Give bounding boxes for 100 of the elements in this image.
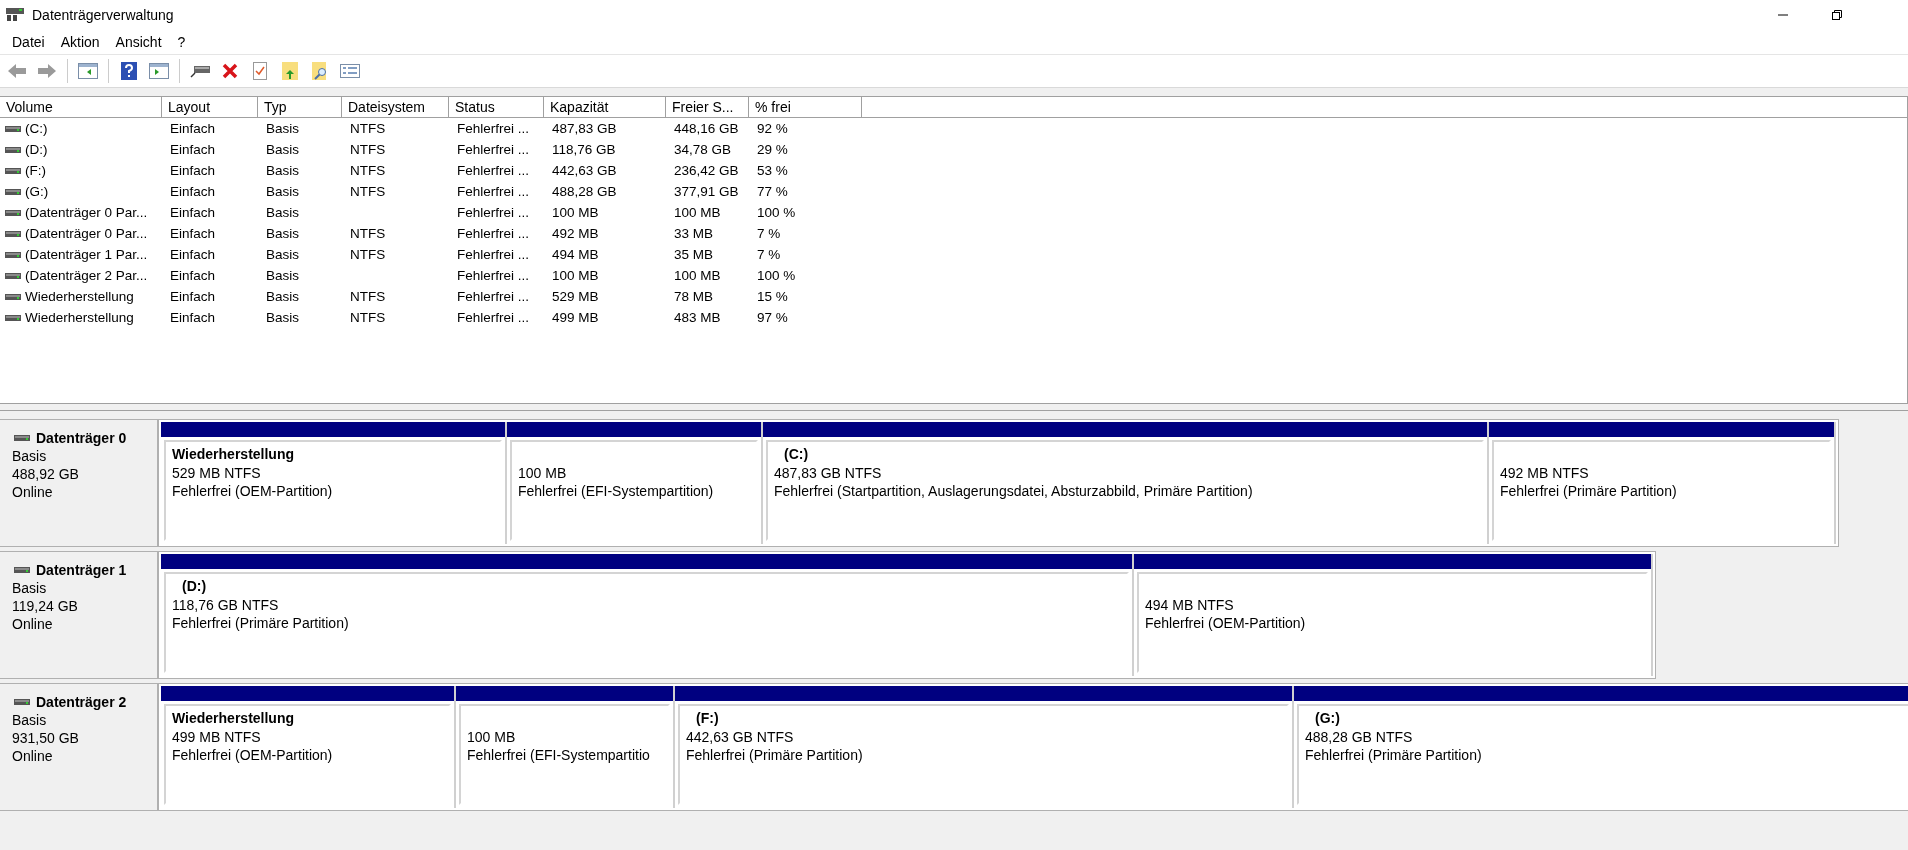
table-cell: NTFS (350, 226, 386, 241)
disk-size: 488,92 GB (12, 466, 80, 482)
partition-status: Fehlerfrei (OEM-Partition) (172, 747, 334, 763)
table-cell: Basis (266, 184, 299, 199)
column-header[interactable]: Freier S... (666, 97, 749, 118)
column-header[interactable]: Status (449, 97, 544, 118)
table-cell: NTFS (350, 247, 386, 262)
column-header[interactable]: Volume (0, 97, 162, 118)
partition-block[interactable]: 100 MB Fehlerfrei (EFI-Systempartition) (510, 440, 758, 541)
table-cell: Basis (266, 163, 299, 178)
table-cell: Basis (266, 247, 299, 262)
partition-label: (F:) (695, 710, 720, 727)
disk-state: Online (12, 616, 54, 632)
partition-block[interactable]: 492 MB NTFS Fehlerfrei (Primäre Partition) (1492, 440, 1831, 541)
partition-status: Fehlerfrei (OEM-Partition) (172, 483, 334, 499)
column-header[interactable]: Layout (162, 97, 258, 118)
table-cell: Basis (266, 310, 299, 325)
help-icon (121, 62, 137, 80)
partition-status: Fehlerfrei (OEM-Partition) (1145, 615, 1307, 631)
disk-drive-icon (14, 698, 30, 706)
disk-type: Basis (12, 580, 48, 596)
table-cell: 100 MB (552, 268, 599, 283)
table-cell: Fehlerfrei ... (457, 184, 530, 199)
table-cell: (G:) (25, 184, 49, 199)
partition-size: 529 MB NTFS (172, 465, 262, 481)
table-cell: 78 MB (674, 289, 714, 304)
table-cell: 487,83 GB (552, 121, 617, 136)
table-cell: Wiederherstellung (25, 310, 134, 325)
table-cell: 442,63 GB (552, 163, 617, 178)
partition-block[interactable]: (G:) 488,28 GB NTFS Fehlerfrei (Primäre Partition) (1297, 704, 1908, 805)
disk-type: Basis (12, 712, 48, 728)
partition-block[interactable]: (C:) 487,83 GB NTFS Fehlerfrei (Startpartition, Auslagerungsdatei, Absturzabbild, Primäre Partition) (766, 440, 1484, 541)
disk-drive-icon (5, 166, 21, 175)
partition-block[interactable]: Wiederherstellung 529 MB NTFS Fehlerfrei (OEM-Partition) (164, 440, 502, 541)
forward-arrow-icon (37, 63, 57, 79)
partition-block[interactable]: 100 MB Fehlerfrei (EFI-Systempartitio (459, 704, 670, 805)
partition-label: (C:) (783, 446, 810, 463)
disk-drive-icon (5, 145, 21, 154)
partition-size: 494 MB NTFS (1145, 597, 1235, 613)
table-cell: 100 MB (674, 205, 721, 220)
table-cell: 100 MB (674, 268, 721, 283)
disk-type: Basis (12, 448, 48, 464)
column-header[interactable]: Typ (258, 97, 342, 118)
table-cell: Fehlerfrei ... (457, 142, 530, 157)
partition-block[interactable]: 494 MB NTFS Fehlerfrei (OEM-Partition) (1137, 572, 1648, 673)
partition-block[interactable]: (D:) 118,76 GB NTFS Fehlerfrei (Primäre Partition) (164, 572, 1129, 673)
column-header[interactable]: Dateisystem (342, 97, 449, 118)
table-cell: Basis (266, 268, 299, 283)
table-cell: 377,91 GB (674, 184, 739, 199)
table-cell: 100 % (757, 205, 796, 220)
disk-info-panel[interactable]: Datenträger 0 Basis 488,92 GB Online (0, 419, 158, 547)
table-cell: 488,28 GB (552, 184, 617, 199)
disk-size: 119,24 GB (12, 598, 79, 614)
disk-info-panel[interactable]: Datenträger 2 Basis 931,50 GB Online (0, 683, 158, 811)
partition-label: Wiederherstellung (172, 446, 295, 463)
checklist-icon (253, 62, 267, 80)
column-header[interactable]: Kapazität (544, 97, 666, 118)
disk-drive-icon (5, 292, 21, 301)
partition-status: Fehlerfrei (Primäre Partition) (172, 615, 350, 631)
partition-size: 499 MB NTFS (172, 729, 262, 745)
table-cell: (Datenträger 0 Par... (25, 205, 148, 220)
table-cell: Basis (266, 142, 299, 157)
menu-item[interactable]: Ansicht (107, 32, 170, 52)
table-cell: Fehlerfrei ... (457, 268, 530, 283)
table-cell: Einfach (170, 268, 216, 283)
drive-cable-icon (190, 64, 210, 78)
table-cell: 34,78 GB (674, 142, 732, 157)
partition-size: 488,28 GB NTFS (1305, 729, 1414, 745)
menu-item[interactable]: Aktion (52, 32, 108, 52)
menu-item[interactable]: Datei (4, 32, 53, 52)
table-cell: 492 MB (552, 226, 599, 241)
disk-drive-icon (5, 208, 21, 217)
partition-block[interactable]: (F:) 442,63 GB NTFS Fehlerfrei (Primäre Partition) (678, 704, 1289, 805)
partition-size: 100 MB (467, 729, 517, 745)
partition-status: Fehlerfrei (Primäre Partition) (686, 747, 864, 763)
table-cell: Fehlerfrei ... (457, 226, 530, 241)
partition-status: Fehlerfrei (EFI-Systempartitio (467, 747, 651, 763)
console-tree-icon (78, 63, 98, 79)
disk-drive-icon (14, 434, 30, 442)
table-cell: (Datenträger 0 Par... (25, 226, 148, 241)
disk-drive-icon (5, 229, 21, 238)
table-cell: (F:) (25, 163, 46, 178)
app-icon (6, 8, 24, 22)
table-cell: 100 MB (552, 205, 599, 220)
column-header[interactable]: % frei (749, 97, 862, 118)
disk-state: Online (12, 484, 54, 500)
table-cell: Fehlerfrei ... (457, 121, 530, 136)
table-cell: Basis (266, 205, 299, 220)
partition-status: Fehlerfrei (Startpartition, Auslagerungsdatei, Absturzabbild, Primäre Partition) (774, 483, 1254, 499)
table-cell: 35 MB (674, 247, 714, 262)
disk-info-panel[interactable]: Datenträger 1 Basis 119,24 GB Online (0, 551, 158, 679)
table-cell: Einfach (170, 163, 216, 178)
menu-item[interactable]: ? (169, 32, 194, 52)
table-cell: 92 % (757, 121, 788, 136)
partition-size: 118,76 GB NTFS (172, 597, 280, 613)
partition-block[interactable]: Wiederherstellung 499 MB NTFS Fehlerfrei (OEM-Partition) (164, 704, 451, 805)
disk-name: Datenträger 0 (36, 430, 127, 446)
disk-name: Datenträger 1 (36, 562, 127, 578)
partition-label: (D:) (181, 578, 208, 595)
table-cell: 236,42 GB (674, 163, 739, 178)
